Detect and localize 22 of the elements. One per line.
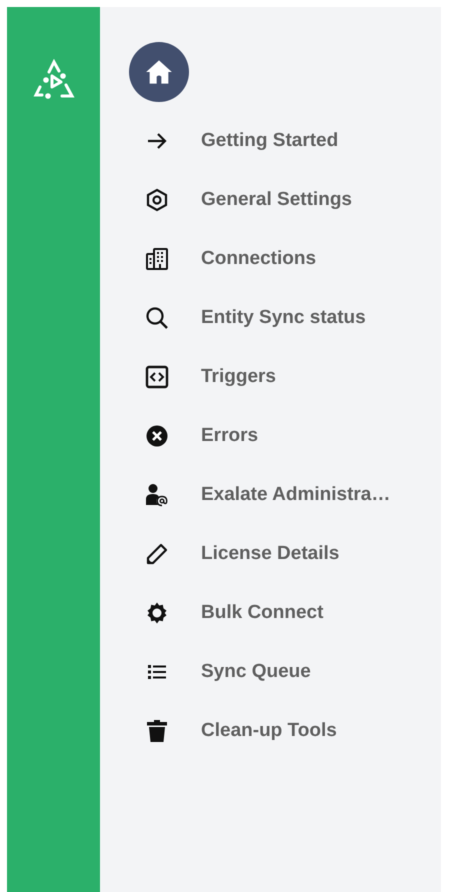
menu-item[interactable]: Entity Sync status [201, 307, 366, 329]
code-icon [145, 365, 169, 389]
gear-icon [145, 601, 169, 625]
logo-icon[interactable] [32, 59, 76, 99]
menu-item[interactable]: Bulk Connect [201, 602, 324, 624]
menu-item[interactable]: Clean-up Tools [201, 720, 337, 742]
menu-item[interactable]: Exalate Administra… [201, 484, 390, 506]
menu-item[interactable]: General Settings [201, 189, 352, 211]
search-icon [145, 306, 169, 330]
menu-item[interactable]: Connections [201, 248, 316, 270]
close-circle-icon [145, 424, 169, 448]
menu-item[interactable]: Sync Queue [201, 661, 311, 683]
menu-item[interactable]: Errors [201, 425, 258, 447]
pencil-icon [145, 542, 169, 566]
buildings-icon [145, 247, 169, 271]
trash-icon [145, 719, 169, 743]
menu-item[interactable]: License Details [201, 543, 340, 565]
menu-item[interactable]: Triggers [201, 366, 276, 388]
user-at-icon [145, 483, 169, 507]
hexagon-icon [145, 188, 169, 212]
menu-item[interactable]: Getting Started [201, 130, 338, 152]
home-icon [145, 58, 173, 86]
